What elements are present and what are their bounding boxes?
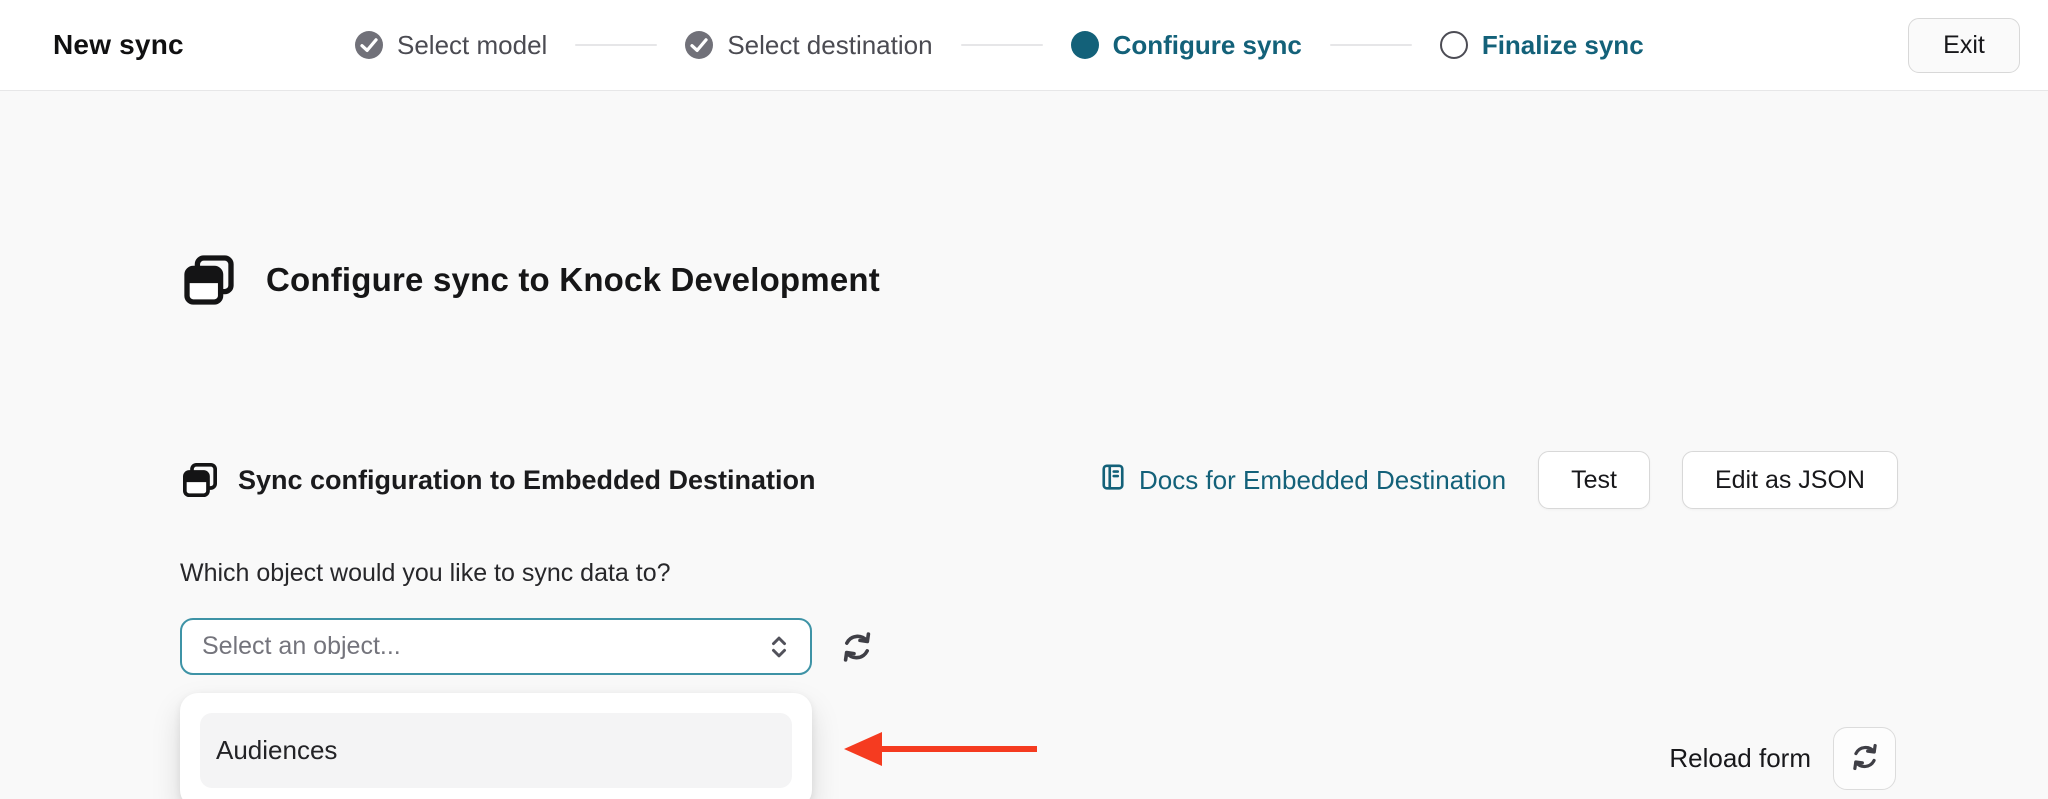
exit-button[interactable]: Exit	[1908, 17, 2020, 73]
arrow-left-icon	[842, 729, 1040, 774]
step-select-model[interactable]: Select model	[355, 30, 547, 61]
step-finalize-sync[interactable]: Finalize sync	[1439, 29, 1644, 61]
browsers-icon	[180, 251, 238, 309]
current-step-dot-icon	[1070, 31, 1099, 59]
step-label: Finalize sync	[1481, 29, 1644, 60]
object-question-label: Which object would you like to sync data…	[180, 559, 671, 587]
select-placeholder: Select an object...	[202, 632, 401, 660]
sync-configuration-section-header: Sync configuration to Embedded Destinati…	[180, 447, 1898, 513]
section-title-group: Sync configuration to Embedded Destinati…	[180, 460, 816, 500]
dropdown-option-audiences[interactable]: Audiences	[200, 713, 792, 788]
browsers-icon	[180, 460, 220, 500]
wizard-stepper: Select model Select destination Configur…	[355, 30, 1644, 61]
docs-link[interactable]: Docs for Embedded Destination	[1098, 462, 1506, 499]
object-select-dropdown: Audiences	[180, 693, 812, 799]
object-select[interactable]: Select an object...	[180, 618, 812, 675]
reload-form-button[interactable]	[1833, 727, 1896, 790]
check-circle-icon	[355, 31, 383, 59]
check-circle-icon	[685, 31, 714, 59]
arrows-clockwise-icon[interactable]	[839, 629, 875, 665]
empty-circle-icon	[1439, 31, 1468, 59]
test-button[interactable]: Test	[1538, 451, 1650, 509]
step-label: Configure sync	[1112, 29, 1302, 60]
step-select-destination[interactable]: Select destination	[685, 29, 933, 61]
book-icon	[1098, 462, 1128, 499]
object-select-row: Select an object...	[180, 618, 875, 675]
page-heading-title: Configure sync to Knock Development	[266, 261, 880, 298]
stepper-connector	[960, 44, 1043, 46]
reload-form-row: Reload form	[1669, 727, 1896, 790]
step-configure-sync[interactable]: Configure sync	[1070, 29, 1302, 61]
reload-form-label: Reload form	[1669, 743, 1811, 773]
section-actions: Docs for Embedded Destination Test Edit …	[1098, 451, 1898, 509]
stepper-connector	[1329, 44, 1412, 46]
step-label: Select destination	[727, 29, 933, 60]
section-title: Sync configuration to Embedded Destinati…	[238, 464, 816, 495]
configure-sync-page: Configure sync to Knock Development Sync…	[0, 91, 2048, 799]
step-label: Select model	[397, 29, 548, 60]
page-heading: Configure sync to Knock Development	[180, 251, 880, 309]
stepper-connector	[575, 44, 658, 46]
caret-up-down-icon	[764, 632, 794, 662]
wizard-header: New sync Select model Select destination…	[0, 0, 2048, 91]
edit-as-json-button[interactable]: Edit as JSON	[1681, 451, 1898, 509]
docs-link-label: Docs for Embedded Destination	[1138, 464, 1507, 495]
page-title: New sync	[53, 29, 184, 60]
arrows-clockwise-icon	[1849, 741, 1881, 776]
